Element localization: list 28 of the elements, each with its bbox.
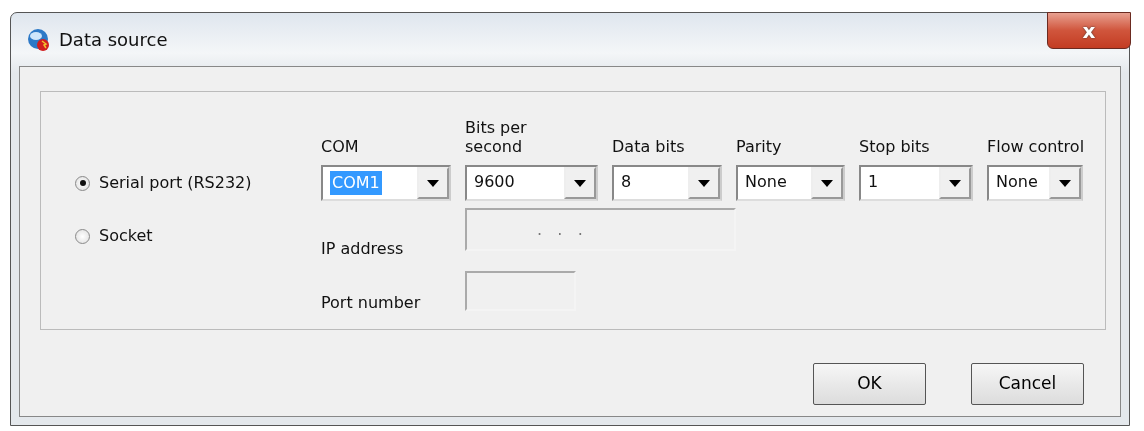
caret-icon bbox=[698, 179, 710, 187]
caret-icon bbox=[1059, 179, 1071, 187]
field-label: COM bbox=[321, 136, 360, 158]
window-title: Data source bbox=[59, 28, 168, 52]
field-label: Port number bbox=[321, 292, 422, 314]
caret-icon bbox=[821, 179, 833, 187]
field-label: Flow control bbox=[987, 136, 1086, 158]
dropdown[interactable]: 9600 bbox=[465, 165, 598, 201]
field-label: Data bits bbox=[612, 136, 686, 158]
field-label: Stop bits bbox=[859, 136, 931, 158]
caret-icon bbox=[427, 179, 439, 187]
field-label: IP address bbox=[321, 238, 405, 260]
caret-icon bbox=[949, 179, 961, 187]
caret-icon bbox=[574, 179, 586, 187]
field-label: Parity bbox=[736, 136, 783, 158]
dropdown[interactable]: 8 bbox=[612, 165, 722, 201]
radio-button[interactable] bbox=[75, 228, 90, 244]
cancel-button[interactable]: Cancel bbox=[971, 363, 1084, 405]
field-label: Bits per second bbox=[465, 117, 528, 158]
radio-label: Socket bbox=[99, 225, 153, 247]
ok-button[interactable]: OK bbox=[813, 363, 926, 405]
dropdown[interactable]: None bbox=[736, 165, 845, 201]
dropdown[interactable]: None bbox=[987, 165, 1083, 201]
radio-button[interactable] bbox=[75, 175, 90, 191]
app-icon bbox=[27, 27, 51, 52]
dropdown[interactable]: 1 bbox=[859, 165, 973, 201]
radio-label: Serial port (RS232) bbox=[99, 172, 252, 194]
close-button[interactable]: x bbox=[1047, 12, 1131, 49]
